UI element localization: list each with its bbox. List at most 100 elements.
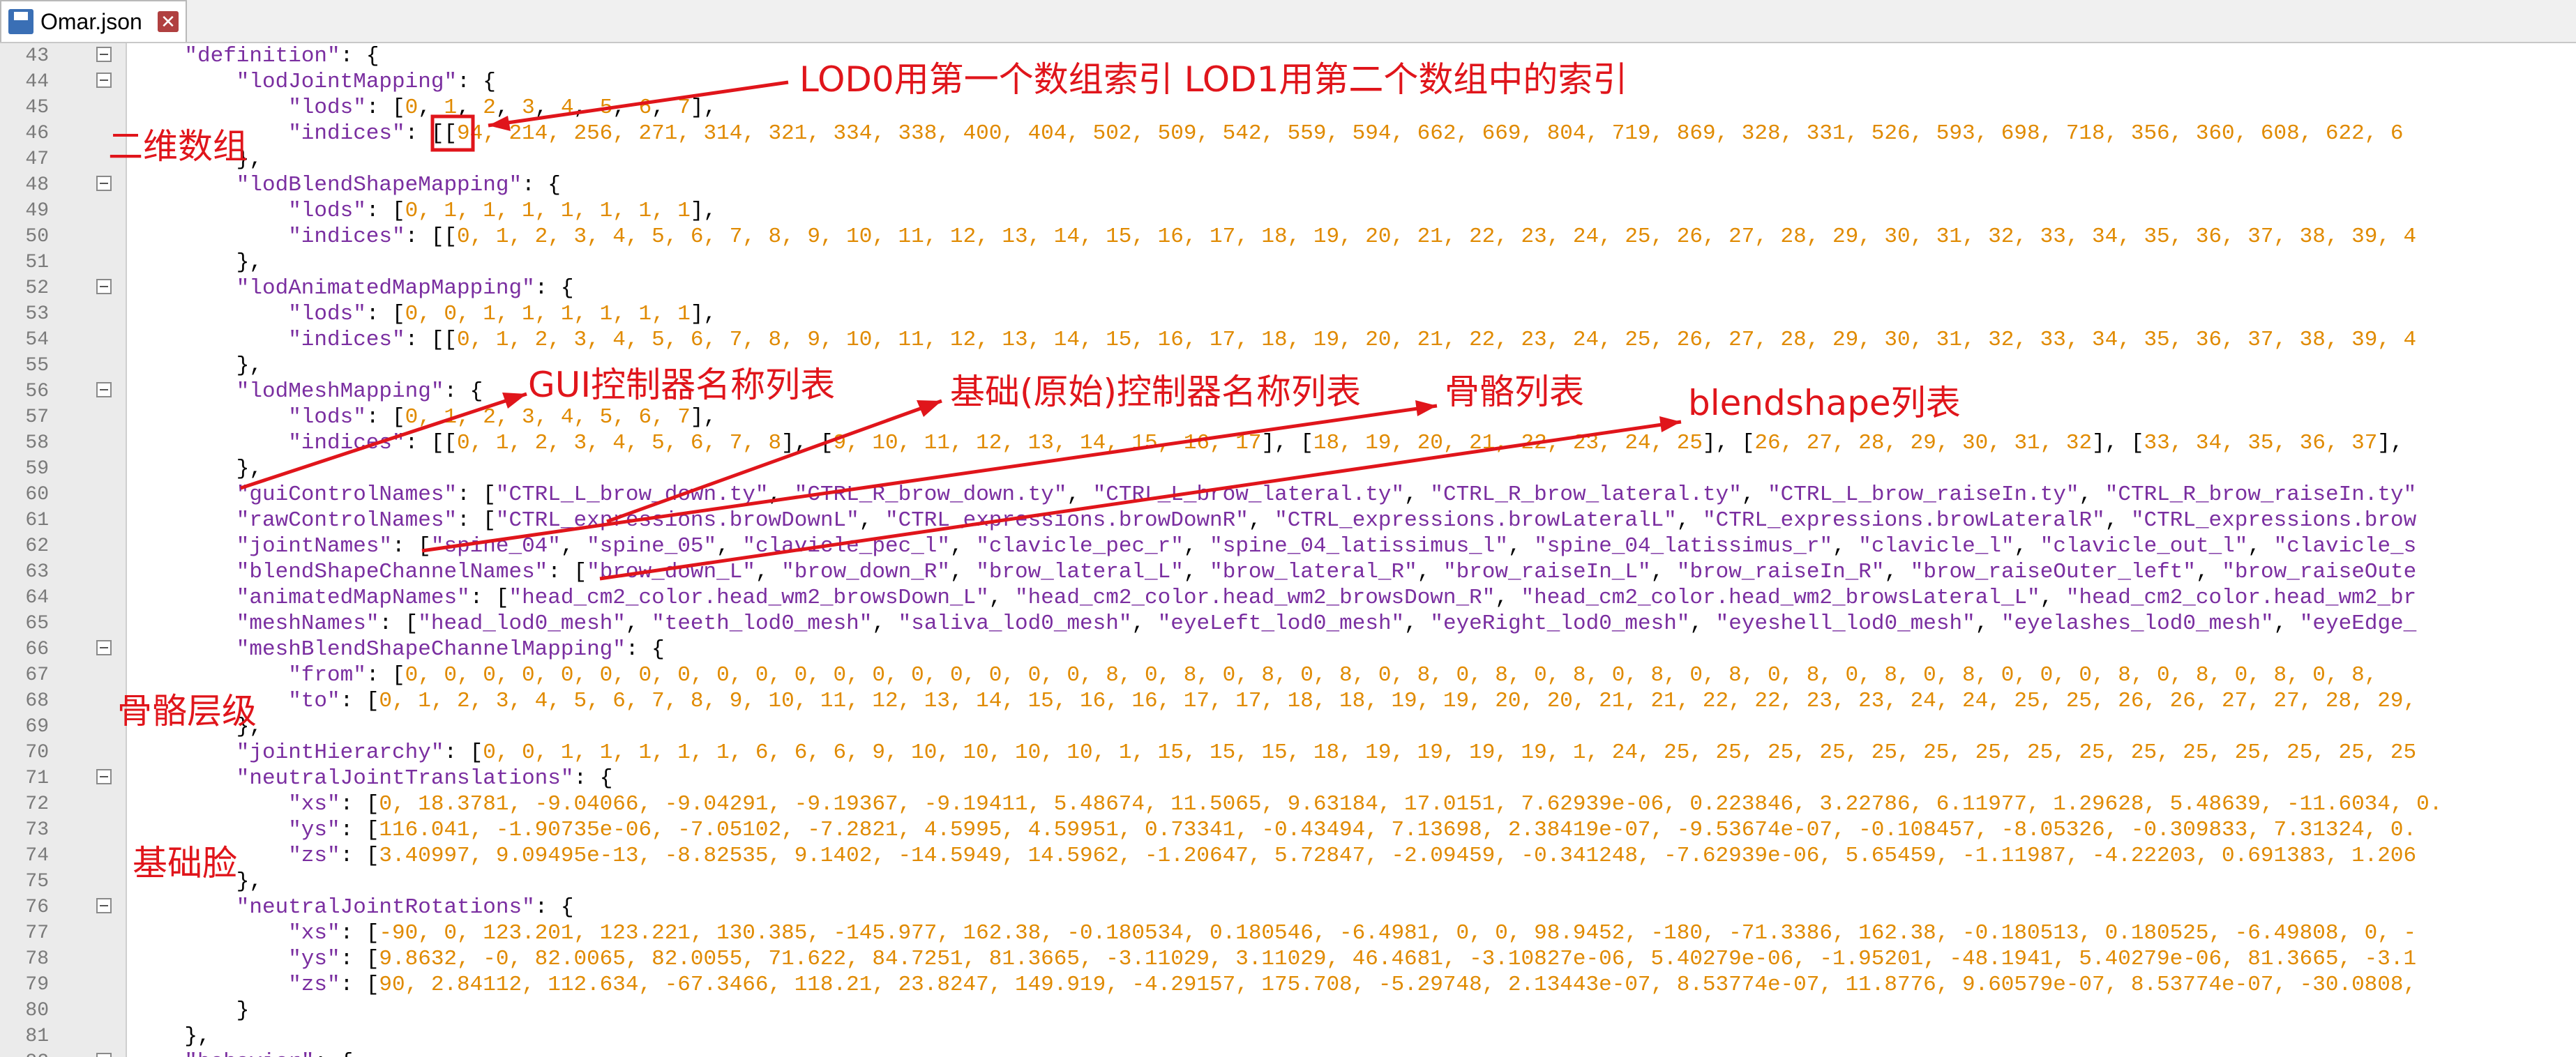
fold-toggle-icon[interactable]: [96, 73, 112, 88]
code-line[interactable]: 60 "guiControlNames": ["CTRL_L_brow_down.…: [0, 482, 2576, 508]
code-line[interactable]: 74 "zs": [3.40997, 9.09495e-13, -8.82535,…: [0, 843, 2576, 869]
string-token: "to": [288, 689, 340, 713]
punctuation-token: : [: [340, 792, 379, 816]
code-line[interactable]: 65 "meshNames": ["head_lod0_mesh", "teeth…: [0, 611, 2576, 637]
punctuation-token: ,: [1248, 508, 1275, 533]
punctuation-token: ],: [691, 96, 717, 120]
punctuation-token: ,: [988, 586, 1015, 610]
punctuation-token: ,: [1183, 534, 1210, 558]
fold-toggle-icon[interactable]: [96, 47, 112, 62]
string-token: "blendShapeChannelNames": [236, 560, 548, 584]
string-token: "guiControlNames": [236, 482, 458, 507]
code-text: "lodJointMapping": {: [236, 69, 496, 95]
string-token: "zs": [288, 973, 340, 997]
line-number: 54: [25, 329, 49, 351]
code-text: "neutralJointTranslations": {: [236, 766, 613, 791]
string-token: "brow_down_L": [587, 560, 755, 584]
line-number: 79: [25, 974, 49, 996]
code-line[interactable]: 59},: [0, 456, 2576, 482]
code-line[interactable]: 49 "lods": [0, 1, 1, 1, 1, 1, 1, 1],: [0, 198, 2576, 224]
code-line[interactable]: 66 "meshBlendShapeChannelMapping": {: [0, 637, 2576, 662]
code-text: "guiControlNames": ["CTRL_L_brow_down.ty…: [236, 482, 2416, 508]
punctuation-token: : {: [534, 276, 574, 301]
fold-toggle-icon[interactable]: [96, 640, 112, 655]
code-line[interactable]: 82 "behavior": {: [0, 1049, 2576, 1057]
code-editor[interactable]: 43 "definition": {44 "lodJointMapping": {4…: [0, 43, 2576, 1057]
string-token: "lods": [288, 405, 366, 429]
string-token: "lodAnimatedMapMapping": [236, 276, 535, 301]
string-token: "jointNames": [236, 534, 393, 558]
code-line[interactable]: 81},: [0, 1024, 2576, 1049]
string-token: "saliva_lod0_mesh": [898, 611, 1132, 636]
tab-omar-json[interactable]: Omar.json ✕: [0, 0, 187, 42]
code-line[interactable]: 80}: [0, 998, 2576, 1024]
code-line[interactable]: 70 "jointHierarchy": [0, 0, 1, 1, 1, 1, 1…: [0, 740, 2576, 766]
code-text: "indices": [[0, 1, 2, 3, 4, 5, 6, 7, 8, …: [288, 224, 2416, 250]
code-line[interactable]: 71 "neutralJointTranslations": {: [0, 766, 2576, 791]
code-line[interactable]: 47},: [0, 146, 2576, 172]
number-token: 4: [560, 96, 574, 120]
code-line[interactable]: 50 "indices": [[0, 1, 2, 3, 4, 5, 6, 7, 8…: [0, 224, 2576, 250]
code-line[interactable]: 53 "lods": [0, 0, 1, 1, 1, 1, 1, 1],: [0, 301, 2576, 327]
code-line[interactable]: 77 "xs": [-90, 0, 123.201, 123.221, 130.3…: [0, 920, 2576, 946]
code-line[interactable]: 63 "blendShapeChannelNames": ["brow_down_…: [0, 559, 2576, 585]
fold-toggle-icon[interactable]: [96, 382, 112, 397]
number-token: -90, 0, 123.201, 123.221, 130.385, -145.…: [379, 921, 2417, 945]
code-text: "behavior": {: [184, 1049, 353, 1057]
code-line[interactable]: 68 "to": [0, 1, 2, 3, 4, 5, 6, 7, 8, 9, 1…: [0, 688, 2576, 714]
fold-toggle-icon[interactable]: [96, 898, 112, 913]
line-number: 78: [25, 948, 49, 970]
string-token: "head_cm2_color.head_wm2_browsDown_L": [509, 586, 989, 610]
code-line[interactable]: 76 "neutralJointRotations": {: [0, 895, 2576, 920]
code-line[interactable]: 54 "indices": [[0, 1, 2, 3, 4, 5, 6, 7, 8…: [0, 327, 2576, 353]
punctuation-token: ,: [1676, 508, 1703, 533]
fold-toggle-icon[interactable]: [96, 769, 112, 784]
punctuation-token: : {: [573, 766, 613, 791]
punctuation-token: ,: [872, 611, 898, 636]
number-token: 0, 1, 2, 3, 4, 5, 6, 7, 8, 9, 10, 11, 12…: [457, 225, 2417, 249]
string-token: "eyeLeft_lod0_mesh": [1157, 611, 1405, 636]
fold-toggle-icon[interactable]: [96, 279, 112, 294]
fold-toggle-icon[interactable]: [96, 1053, 112, 1057]
tab-label: Omar.json: [40, 8, 142, 34]
line-number: 59: [25, 458, 49, 480]
code-line[interactable]: 69},: [0, 714, 2576, 740]
code-line[interactable]: 64 "animatedMapNames": ["head_cm2_color.h…: [0, 585, 2576, 611]
string-token: "meshNames": [236, 611, 379, 636]
punctuation-token: : [: [366, 405, 405, 429]
code-text: "neutralJointRotations": {: [236, 895, 574, 920]
code-line[interactable]: 78 "ys": [9.8632, -0, 82.0065, 82.0055, 7…: [0, 946, 2576, 972]
punctuation-token: ], [: [1702, 431, 1755, 455]
code-text: },: [236, 869, 262, 895]
string-token: "jointHierarchy": [236, 740, 444, 765]
punctuation-token: ,: [2079, 482, 2105, 507]
code-line[interactable]: 52 "lodAnimatedMapMapping": {: [0, 275, 2576, 301]
code-line[interactable]: 73 "ys": [116.041, -1.90735e-06, -7.05102…: [0, 817, 2576, 843]
code-line[interactable]: 62 "jointNames": ["spine_04", "spine_05",…: [0, 533, 2576, 559]
line-number: 76: [25, 897, 49, 918]
code-line[interactable]: 79 "zs": [90, 2.84112, 112.634, -67.3466,…: [0, 972, 2576, 998]
code-line[interactable]: 51},: [0, 250, 2576, 275]
code-line[interactable]: 75},: [0, 869, 2576, 895]
punctuation-token: ,: [1507, 534, 1535, 558]
close-icon[interactable]: ✕: [158, 11, 179, 32]
annotation-gui-names: GUI控制器名称列表: [528, 365, 836, 405]
code-line[interactable]: 58 "indices": [[0, 1, 2, 3, 4, 5, 6, 7, 8…: [0, 430, 2576, 456]
line-number: 52: [25, 277, 49, 299]
punctuation-token: : [: [340, 818, 379, 842]
line-number: 46: [25, 123, 49, 144]
code-line[interactable]: 61 "rawControlNames": ["CTRL_expressions.…: [0, 508, 2576, 533]
string-token: "CTRL_expressions.brow: [2130, 508, 2417, 533]
number-token: 0, 1, 2, 3, 4, 5, 6, 7, 8: [457, 431, 782, 455]
line-number: 61: [25, 510, 49, 531]
code-line[interactable]: 46 "indices": [[94, 214, 256, 271, 314, 3…: [0, 121, 2576, 146]
string-token: "eyeshell_lod0_mesh": [1715, 611, 1975, 636]
line-number: 67: [25, 664, 49, 686]
code-line[interactable]: 72 "xs": [0, 18.3781, -9.04066, -9.04291,…: [0, 791, 2576, 817]
code-line[interactable]: 67 "from": [0, 0, 0, 0, 0, 0, 0, 0, 0, 0,…: [0, 662, 2576, 688]
code-line[interactable]: 48 "lodBlendShapeMapping": {: [0, 172, 2576, 198]
string-token: "lodJointMapping": [236, 70, 458, 94]
fold-toggle-icon[interactable]: [96, 176, 112, 191]
string-token: "head_cm2_color.head_wm2_br: [2065, 586, 2417, 610]
code-text: "zs": [3.40997, 9.09495e-13, -8.82535, 9…: [288, 843, 2416, 869]
